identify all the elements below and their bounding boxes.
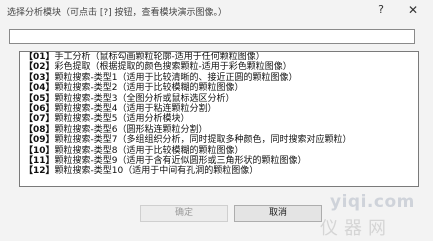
- module-label: 颗粒搜索-类型4（适用于粘连颗粒分割）: [54, 103, 217, 114]
- ok-button[interactable]: 确定: [140, 205, 228, 222]
- list-item[interactable]: 【04】颗粒搜索-类型2（适用于比较模糊的颗粒图像）: [20, 83, 418, 93]
- module-label: 颗粒搜索-类型5（适用分析模块）: [54, 114, 190, 125]
- list-item[interactable]: 【05】颗粒搜索-类型3（全图分析或鼠标选区分析）: [20, 94, 418, 104]
- module-label: 颗粒搜索-类型6（圆形粘连颗粒分割）: [54, 124, 208, 135]
- module-code: 【10】: [24, 145, 55, 156]
- module-code: 【12】: [24, 166, 55, 177]
- list-item[interactable]: 【02】彩色提取（根据提取的颜色搜索颗粒-适用于彩色颗粒图像）: [20, 62, 418, 72]
- list-item[interactable]: 【12】颗粒搜索-类型10（适用于中间有孔洞的颗粒图像）: [20, 166, 418, 176]
- module-list[interactable]: 【01】手工分析（鼠标勾画颗粒轮廓-适用于任何颗粒图像） 【02】彩色提取（根据提…: [19, 51, 419, 187]
- module-label: 颗粒搜索-类型3（全图分析或鼠标选区分析）: [54, 93, 235, 104]
- list-item[interactable]: 【01】手工分析（鼠标勾画颗粒轮廓-适用于任何颗粒图像）: [20, 52, 418, 62]
- module-label: 手工分析（鼠标勾画颗粒轮廓-适用于任何颗粒图像）: [54, 52, 265, 62]
- watermark-sub: 仪器网: [320, 218, 392, 239]
- search-field[interactable]: [9, 29, 415, 50]
- module-label: 颗粒搜索-类型1（适用于比较清晰的、接近正圆的颗粒图像）: [54, 72, 298, 83]
- module-code: 【04】: [24, 83, 55, 94]
- watermark-url: yiqi.com: [330, 192, 415, 212]
- module-label: 颗粒搜索-类型10（适用于中间有孔洞的颗粒图像）: [54, 166, 259, 177]
- dialog-title: 选择分析模块（可点击 [?] 按钮，查看模块演示图像。）: [7, 8, 228, 18]
- module-code: 【06】: [24, 103, 55, 114]
- module-label: 颗粒搜索-类型7（多组组织分析，同时提取多种颜色，同时搜索对应颗粒）: [54, 135, 352, 146]
- help-icon[interactable]: ?: [374, 2, 388, 18]
- search-input[interactable]: [10, 36, 414, 50]
- module-code: 【08】: [24, 124, 55, 135]
- module-code: 【03】: [24, 72, 55, 83]
- module-code: 【09】: [24, 135, 55, 146]
- title-bar: 选择分析模块（可点击 [?] 按钮，查看模块演示图像。） ? ✕: [0, 0, 433, 22]
- list-item[interactable]: 【08】颗粒搜索-类型6（圆形粘连颗粒分割）: [20, 125, 418, 135]
- close-icon[interactable]: ✕: [404, 2, 422, 18]
- list-item[interactable]: 【07】颗粒搜索-类型5（适用分析模块）: [20, 114, 418, 124]
- module-label: 颗粒搜索-类型9（适用于含有近似圆形或三角形状的颗粒图像）: [54, 155, 307, 166]
- watermark: yiqi.com 仪器网: [320, 192, 430, 239]
- cancel-button[interactable]: 取消: [234, 205, 322, 222]
- list-item[interactable]: 【06】颗粒搜索-类型4（适用于粘连颗粒分割）: [20, 104, 418, 114]
- module-label: 彩色提取（根据提取的颜色搜索颗粒-适用于彩色颗粒图像）: [54, 62, 292, 73]
- list-item[interactable]: 【03】颗粒搜索-类型1（适用于比较清晰的、接近正圆的颗粒图像）: [20, 73, 418, 83]
- list-item[interactable]: 【10】颗粒搜索-类型8（适用于比较模糊的颗粒图像）: [20, 146, 418, 156]
- module-code: 【11】: [24, 155, 55, 166]
- module-code: 【07】: [24, 114, 55, 125]
- module-label: 颗粒搜索-类型8（适用于比较模糊的颗粒图像）: [54, 145, 244, 156]
- module-code: 【01】: [24, 52, 55, 62]
- list-item[interactable]: 【11】颗粒搜索-类型9（适用于含有近似圆形或三角形状的颗粒图像）: [20, 156, 418, 166]
- module-label: 颗粒搜索-类型2（适用于比较模糊的颗粒图像）: [54, 83, 244, 94]
- list-item[interactable]: 【09】颗粒搜索-类型7（多组组织分析，同时提取多种颜色，同时搜索对应颗粒）: [20, 135, 418, 145]
- select-module-dialog: 选择分析模块（可点击 [?] 按钮，查看模块演示图像。） ? ✕ 【01】手工分…: [0, 0, 433, 241]
- module-code: 【05】: [24, 93, 55, 104]
- module-code: 【02】: [24, 62, 55, 73]
